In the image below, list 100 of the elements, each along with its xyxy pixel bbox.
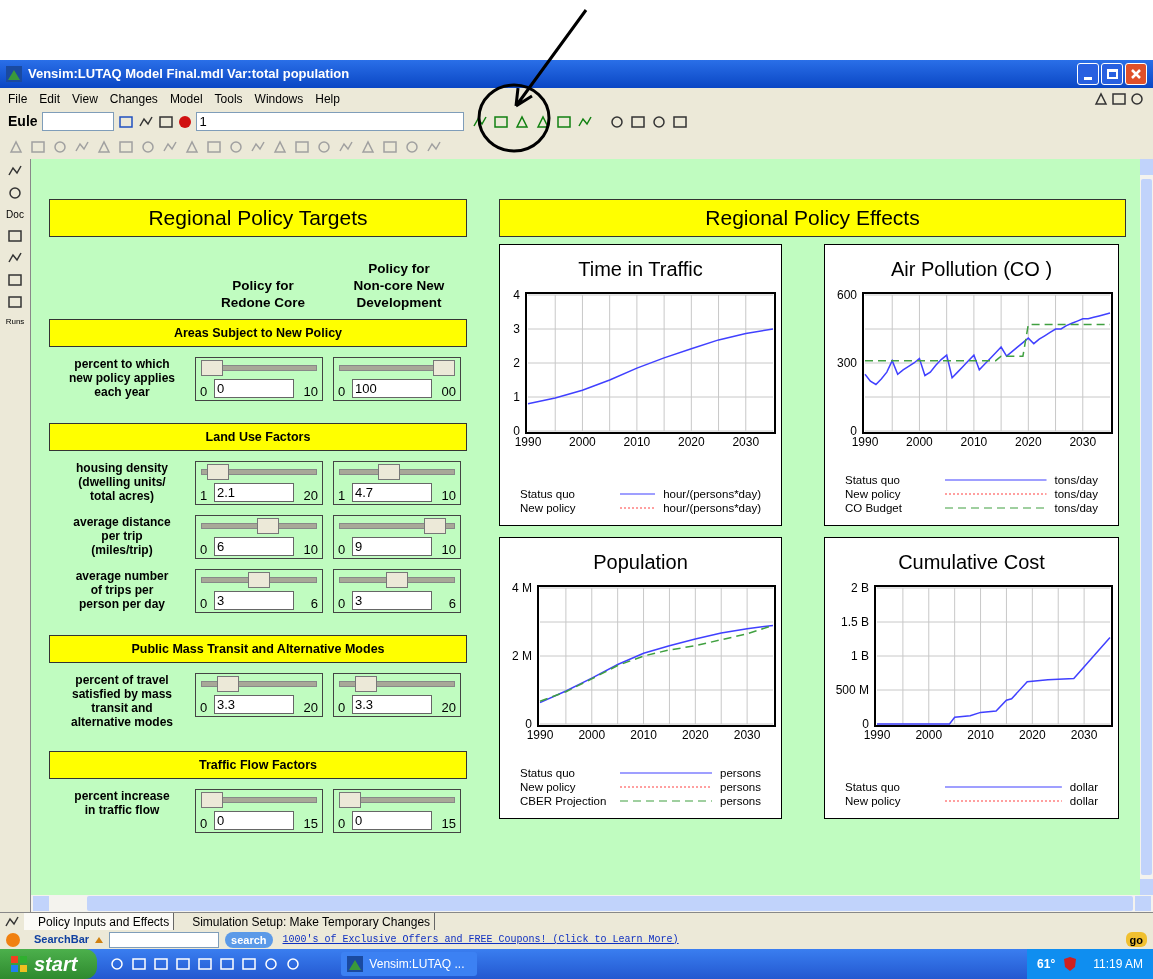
slider[interactable]: 0 100 00 [333,357,461,401]
y-tick-label: 1.5 B [840,615,869,629]
value-field[interactable]: 3.3 [214,695,294,714]
menu-item[interactable]: Help [315,89,340,108]
doc-tool[interactable]: Doc [6,207,24,222]
slider-thumb[interactable] [201,360,223,376]
slider-min: 0 [338,701,347,714]
value-field[interactable]: 4.7 [352,483,432,502]
sim-name-field[interactable] [41,112,114,131]
slider-thumb[interactable] [433,360,455,376]
slider[interactable]: 1 2.1 20 [195,461,323,505]
square-icon[interactable] [157,113,174,130]
minimize-button[interactable] [1077,63,1099,85]
square-icon[interactable] [219,956,236,972]
slider[interactable]: 0 9 10 [333,515,461,559]
circle-icon[interactable] [608,113,625,130]
value-field[interactable]: 6 [214,537,294,556]
slider-thumb[interactable] [423,518,446,534]
circle-icon[interactable] [1129,90,1145,107]
slider[interactable]: 0 0 15 [333,789,461,833]
circle-icon[interactable] [650,113,667,130]
vertical-scrollbar[interactable] [1140,159,1153,895]
value-field[interactable]: 0 [214,811,294,830]
circle-icon[interactable] [109,956,126,972]
square-icon[interactable] [241,956,258,972]
menu-item[interactable]: Model [169,89,203,108]
legend-unit: dollar [1069,794,1098,808]
slider-max: 10 [303,385,318,398]
square-icon[interactable] [175,956,192,972]
square-icon[interactable] [131,956,148,972]
value-field[interactable]: 3 [352,591,432,610]
y-tick-label: 1 [513,390,520,404]
search-field[interactable] [109,931,220,948]
value-field[interactable]: 3.3 [352,695,432,714]
horizontal-scrollbar[interactable] [31,895,1153,912]
slider[interactable]: 0 3.3 20 [333,673,461,717]
slider[interactable]: 0 6 10 [195,515,323,559]
legend-unit: persons [720,766,761,780]
slider-thumb[interactable] [386,572,408,588]
y-tick-label: 0 [850,424,857,438]
slider-thumb[interactable] [248,572,270,588]
slider[interactable]: 1 4.7 10 [333,461,461,505]
square-icon[interactable] [7,228,23,244]
shield-icon[interactable] [1063,956,1078,972]
menu-item[interactable]: Changes [109,89,158,108]
x-tick-label: 2010 [623,435,651,449]
menu-item[interactable]: Windows [254,89,304,108]
maximize-button[interactable] [1101,63,1123,85]
value-field[interactable]: 9 [352,537,432,556]
slider-thumb[interactable] [339,792,361,808]
slider[interactable]: 0 0 10 [195,357,323,401]
slider-thumb[interactable] [354,676,377,692]
menu-item[interactable]: Tools [214,89,243,108]
slider[interactable]: 0 3 6 [195,569,323,613]
stop-icon[interactable] [177,114,192,129]
runs-tool[interactable]: Runs [5,316,25,328]
slider[interactable]: 0 0 15 [195,789,323,833]
slider-thumb[interactable] [377,464,400,480]
square-icon[interactable] [197,956,214,972]
y-tick-label: 2 B [851,582,869,595]
menu-item[interactable]: View [72,89,98,108]
slider-thumb[interactable] [257,518,280,534]
square-icon[interactable] [1111,90,1127,107]
column-heading: Policy for Redone Core [220,277,306,311]
x-tick-label: 2000 [569,435,596,449]
value-field[interactable]: 100 [352,379,432,398]
menu-item[interactable]: File [8,89,28,108]
value-field[interactable]: 0 [352,811,432,830]
slider[interactable]: 0 3.3 20 [195,673,323,717]
value-field[interactable]: 3 [214,591,294,610]
taskbar-task[interactable]: Vensim:LUTAQ ... [341,952,478,976]
square-icon[interactable] [671,113,688,130]
close-button[interactable] [1125,63,1147,85]
menu-item[interactable]: Edit [39,89,61,108]
go-button[interactable]: go [1125,932,1147,947]
slider-thumb[interactable] [216,676,239,692]
square-icon[interactable] [629,113,646,130]
start-button[interactable]: start [0,949,98,979]
slider-min: 0 [338,385,347,398]
x-tick-label: 2010 [960,435,988,449]
circle-icon[interactable] [263,956,280,972]
view-tab[interactable]: Policy Inputs and Effects [24,913,175,930]
slider-thumb[interactable] [206,464,229,480]
square-icon[interactable] [7,272,23,288]
value-field[interactable]: 0 [214,379,294,398]
x-tick-label: 1990 [514,435,542,449]
x-tick-label: 1990 [526,728,554,742]
run-name-field[interactable]: 1 [195,112,464,131]
y-tick-label: 0 [862,717,869,731]
slider-thumb[interactable] [201,792,223,808]
circle-icon[interactable] [7,185,23,201]
triangle-icon[interactable] [1093,90,1109,107]
offers-link[interactable]: 1000's of Exclusive Offers and FREE Coupons! (Click to Learn More) [282,932,679,947]
square-icon[interactable] [117,113,134,130]
square-icon[interactable] [153,956,170,972]
value-field[interactable]: 2.1 [214,483,294,502]
caret-icon[interactable] [95,935,104,944]
slider[interactable]: 0 3 6 [333,569,461,613]
square-icon[interactable] [7,294,23,310]
circle-icon[interactable] [285,956,302,972]
